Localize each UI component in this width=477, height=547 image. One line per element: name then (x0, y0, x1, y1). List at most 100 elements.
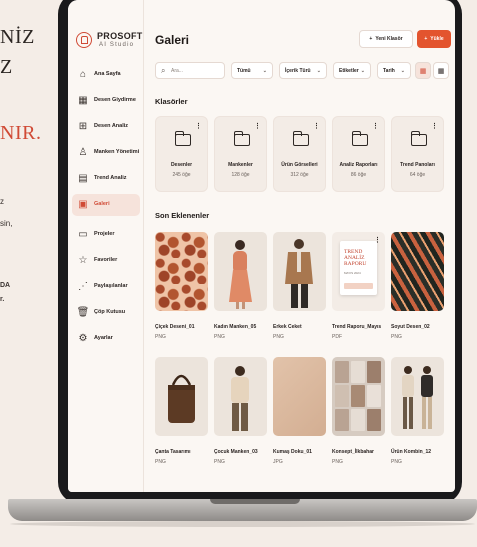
media-type: PNG (273, 334, 284, 340)
sidebar-item-galeri[interactable]: ▣ Galeri (72, 194, 140, 216)
sidebar-item-ana-sayfa[interactable]: ⌂ Ana Sayfa (72, 64, 140, 86)
media-thumbnail[interactable] (214, 357, 267, 436)
media-name: Ürün Kombin_12 (391, 449, 432, 455)
folder-card[interactable]: ⋮ Trend Panoları 64 öğe (391, 116, 444, 192)
folder-name: Trend Panoları (400, 162, 435, 168)
sidebar-item-manken-yönetimi[interactable]: ♙ Manken Yönetimi (72, 142, 140, 164)
media-thumbnail[interactable] (332, 357, 385, 436)
more-options-icon[interactable]: ⋮ (313, 122, 320, 130)
more-options-icon[interactable]: ⋮ (195, 122, 202, 130)
new-folder-label: Yeni Klasör (375, 36, 403, 42)
more-options-icon[interactable]: ⋮ (372, 122, 379, 130)
sidebar-item-ayarlar[interactable]: ⚙ Ayarlar (72, 328, 140, 350)
home-icon: ⌂ (79, 69, 87, 80)
brand-name: PROSOFT (97, 31, 143, 41)
sidebar-item-label: Manken Yönetimi (94, 149, 140, 155)
media-thumbnail[interactable] (391, 357, 444, 436)
folder-card[interactable]: ⋮ Desenler 245 öğe (155, 116, 208, 192)
sidebar-item-label: Desen Analiz (94, 123, 129, 129)
folder-icon (234, 131, 250, 146)
media-thumbnail[interactable] (391, 232, 444, 311)
plus-icon: + (424, 36, 428, 42)
trend-icon: ▤ (78, 173, 88, 184)
folder-card[interactable]: ⋮ Analiz Raporları 86 öğe (332, 116, 385, 192)
all-filter-label: Tümü (237, 67, 251, 74)
upload-button[interactable]: + Yükle (417, 30, 451, 48)
media-thumbnail[interactable] (155, 357, 208, 436)
folder-count: 86 öğe (350, 172, 367, 178)
laptop-notch (210, 499, 300, 504)
search-box[interactable]: ⌕ (155, 62, 225, 79)
search-icon: ⌕ (161, 66, 166, 75)
folder-icon: ▭ (78, 229, 88, 240)
sidebar-item-label: Desen Giydirme (94, 97, 136, 103)
folder-count: 128 öğe (231, 172, 250, 178)
logo-mark-icon (76, 32, 92, 48)
folder-count: 64 öğe (409, 172, 426, 178)
more-options-icon[interactable]: ⋮ (374, 236, 381, 244)
folder-icon (352, 131, 368, 146)
folder-icon (293, 131, 309, 146)
media-thumbnail[interactable] (155, 232, 208, 311)
recent-heading: Son Eklenenler (155, 211, 210, 220)
media-thumbnail[interactable]: TREND ANALİZ RAPORU MAYIS 2024 ⋮ (332, 232, 385, 311)
media-name: Çocuk Manken_03 (214, 449, 258, 455)
date-label: Tarih (383, 67, 395, 74)
sidebar-item-label: Ayarlar (94, 335, 113, 341)
media-name: Erkek Ceket (273, 324, 302, 330)
backdrop-headline-accent: NIR. (0, 122, 42, 144)
gallery-icon: ▣ (78, 199, 88, 210)
folder-card[interactable]: ⋮ Ürün Görselleri 312 öğe (273, 116, 326, 192)
main-content: Galeri + Yeni Klasör + Yükle ⌕ Tümü ⌄ İç… (145, 0, 455, 492)
chevron-down-icon: ⌄ (360, 67, 365, 74)
folders-heading: Klasörler (155, 97, 188, 106)
folder-icon (175, 131, 191, 146)
analysis-icon: ⊞ (78, 121, 88, 132)
media-thumbnail[interactable] (273, 232, 326, 311)
media-type: PDF (332, 334, 342, 340)
backdrop-text-2: sin, (0, 219, 13, 228)
star-icon: ☆ (78, 255, 88, 266)
sidebar-item-çöp-kutusu[interactable]: 🗑 Çöp Kutusu (72, 302, 140, 324)
media-type: PNG (391, 459, 402, 465)
sidebar: PROSOFT AI Studio ⌂ Ana Sayfa ▦ Desen Giydi… (68, 0, 144, 492)
tags-dropdown[interactable]: Etiketler ⌄ (333, 62, 371, 79)
tags-label: Etiketler (339, 67, 359, 74)
date-dropdown[interactable]: Tarih ⌄ (377, 62, 411, 79)
content-type-dropdown[interactable]: İçerik Türü ⌄ (279, 62, 327, 79)
grid-view-button[interactable]: ▦ (415, 62, 431, 79)
upload-label: Yükle (430, 36, 444, 42)
sidebar-item-desen-giydirme[interactable]: ▦ Desen Giydirme (72, 90, 140, 112)
more-options-icon[interactable]: ⋮ (254, 122, 261, 130)
laptop-shadow (10, 521, 475, 527)
media-thumbnail[interactable] (214, 232, 267, 311)
sidebar-item-trend-analiz[interactable]: ▤ Trend Analiz (72, 168, 140, 190)
sidebar-item-projeler[interactable]: ▭ Projeler (72, 224, 140, 246)
app-screen: PROSOFT AI Studio ⌂ Ana Sayfa ▦ Desen Giydi… (68, 0, 455, 492)
chevron-down-icon: ⌄ (316, 67, 321, 74)
all-filter-dropdown[interactable]: Tümü ⌄ (231, 62, 273, 79)
compact-view-button[interactable]: ▦ (433, 62, 449, 79)
sidebar-item-paylaşılanlar[interactable]: ⋰ Paylaşılanlar (72, 276, 140, 298)
sidebar-item-desen-analiz[interactable]: ⊞ Desen Analiz (72, 116, 140, 138)
sidebar-item-label: Trend Analiz (94, 175, 127, 181)
brand-logo[interactable]: PROSOFT AI Studio (76, 30, 143, 52)
folder-card[interactable]: ⋮ Mankenler 128 öğe (214, 116, 267, 192)
sidebar-item-label: Çöp Kutusu (94, 309, 126, 315)
sidebar-item-label: Ana Sayfa (94, 71, 121, 77)
media-type: PNG (214, 334, 225, 340)
media-type: PNG (155, 334, 166, 340)
folder-count: 312 öğe (290, 172, 309, 178)
more-options-icon[interactable]: ⋮ (431, 122, 438, 130)
folder-count: 245 öğe (172, 172, 191, 178)
backdrop-headline-2: Z (0, 56, 13, 78)
person-icon: ♙ (78, 147, 88, 158)
media-name: Soyut Desen_02 (391, 324, 430, 330)
folder-name: Ürün Görselleri (281, 162, 318, 168)
sidebar-item-favoriler[interactable]: ☆ Favoriler (72, 250, 140, 272)
new-folder-button[interactable]: + Yeni Klasör (359, 30, 413, 48)
report-cover-line: RAPORU (344, 261, 367, 267)
search-input[interactable] (171, 66, 221, 76)
media-thumbnail[interactable] (273, 357, 326, 436)
backdrop-headline: NİZ (0, 26, 35, 48)
